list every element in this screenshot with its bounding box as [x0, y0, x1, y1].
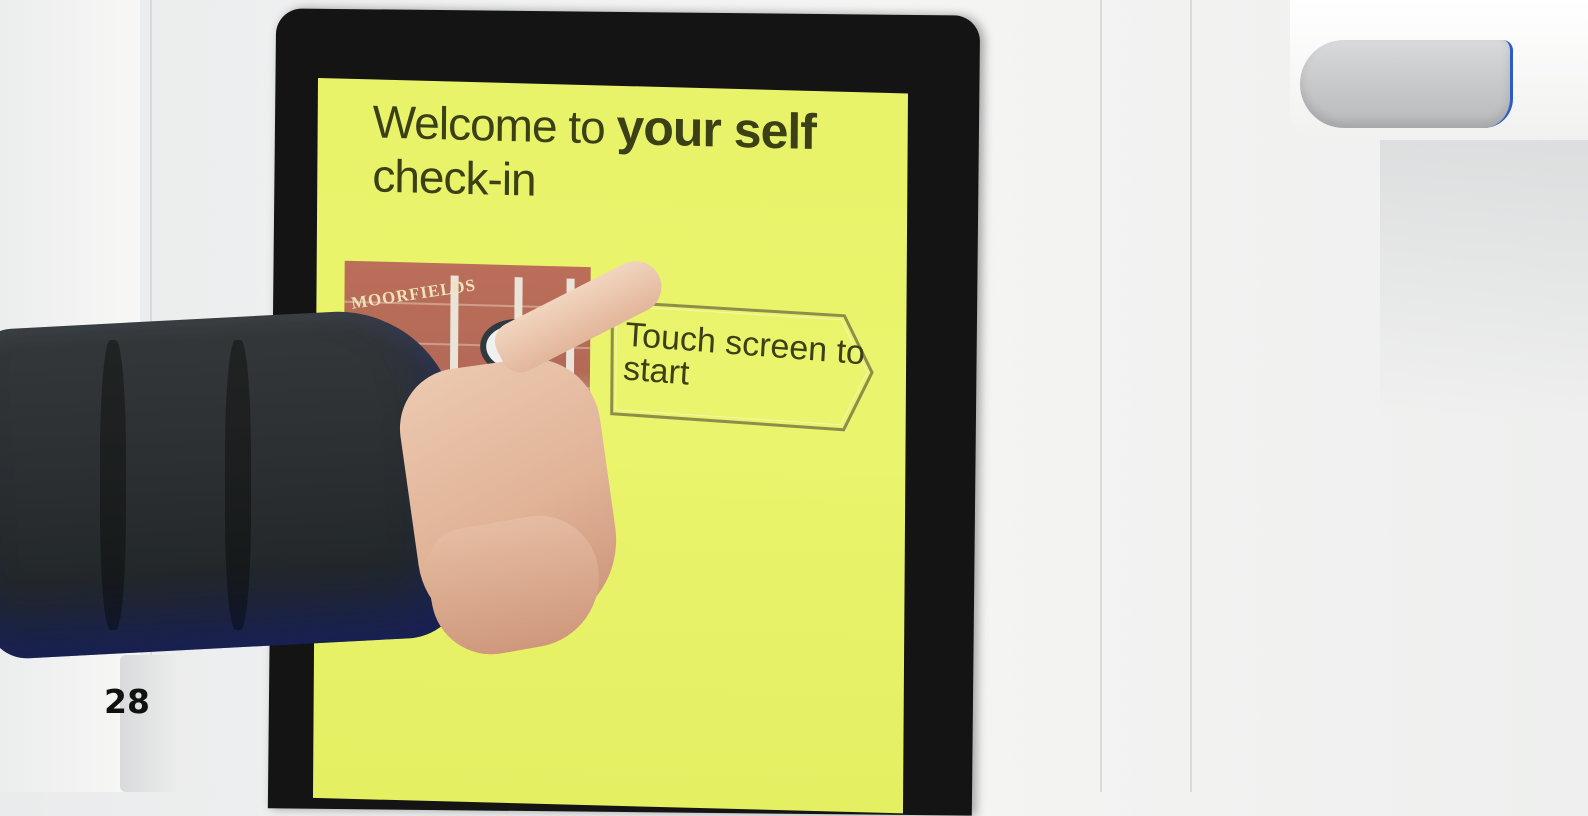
dispenser-shadow [1380, 120, 1588, 420]
dispenser-handle [1300, 40, 1513, 128]
welcome-heading: Welcome to your self check-in [372, 93, 833, 214]
sleeve-fold [225, 340, 251, 630]
sleeve-fold [100, 340, 126, 630]
floor-bracket [120, 655, 180, 792]
wall-seam [1100, 0, 1102, 792]
welcome-bold-text: your self [616, 98, 817, 161]
welcome-regular-text: Welcome to [372, 95, 605, 154]
page-number: 28 [104, 682, 150, 721]
wall-seam [1190, 0, 1192, 792]
